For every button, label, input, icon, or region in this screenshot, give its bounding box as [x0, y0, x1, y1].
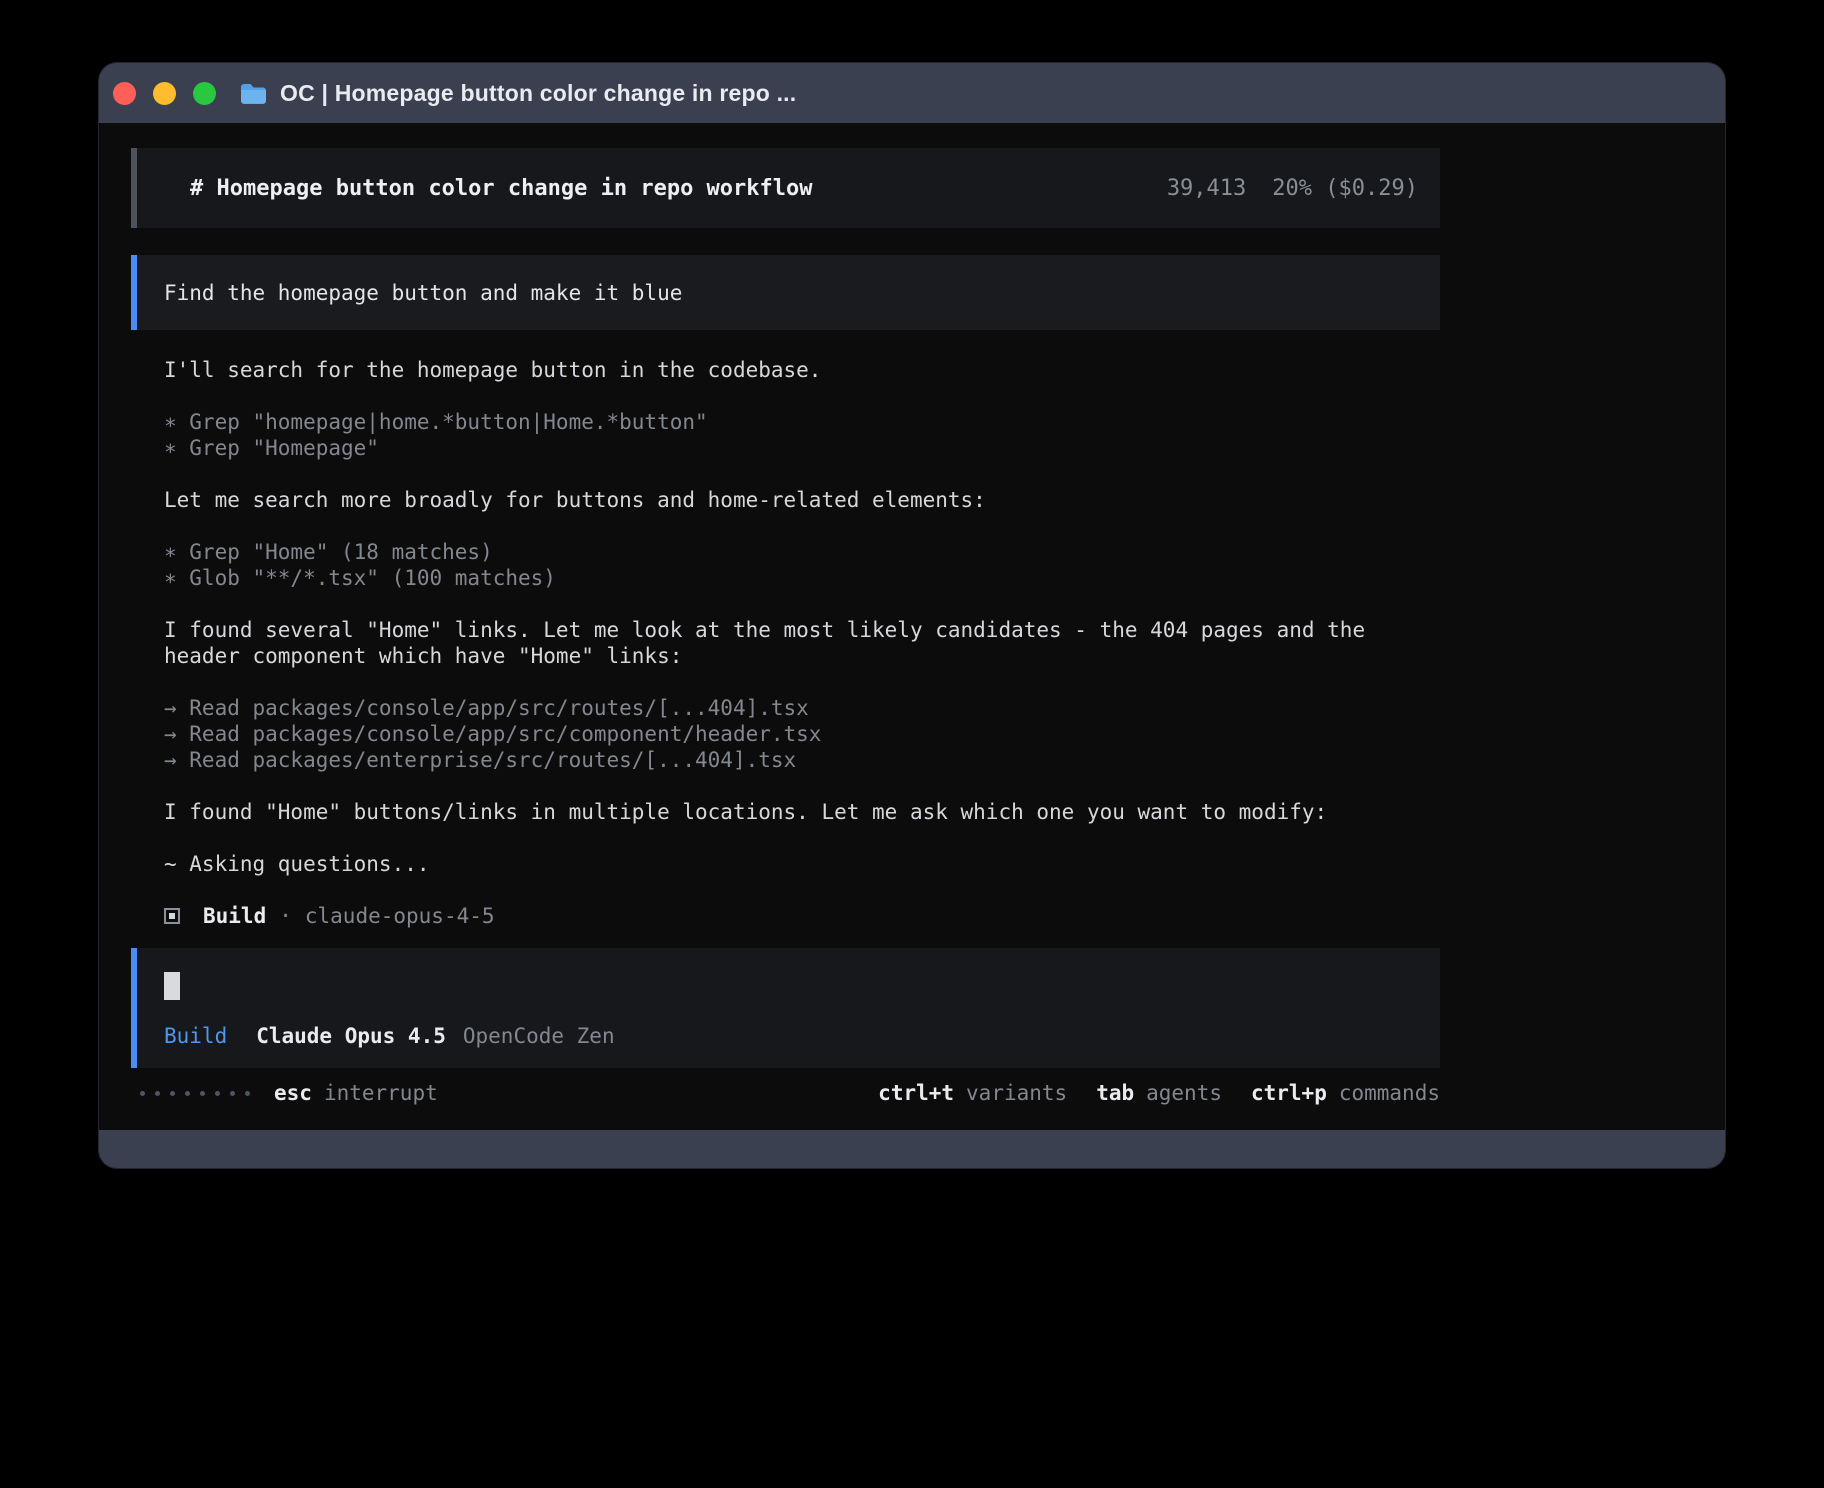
tool-call-grep: ∗ Grep "Home" (18 matches)	[164, 539, 1410, 565]
session-stats: 39,413 20% ($0.29)	[1167, 176, 1418, 201]
terminal-content: # Homepage button color change in repo w…	[99, 123, 1725, 1130]
tool-call-read: → Read packages/console/app/src/componen…	[164, 721, 1410, 747]
agent-status-line: Build · claude-opus-4-5	[164, 903, 1410, 929]
folder-icon	[240, 83, 267, 104]
status-text: ~ Asking questions...	[164, 851, 1410, 877]
agent-separator: ·	[279, 903, 292, 929]
tool-call-grep: ∗ Grep "homepage|home.*button|Home.*butt…	[164, 409, 1410, 435]
tool-call-read: → Read packages/enterprise/src/routes/[.…	[164, 747, 1410, 773]
hint-commands: ctrl+p commands	[1251, 1081, 1440, 1105]
conversation: I'll search for the homepage button in t…	[164, 357, 1410, 929]
window-title: OC | Homepage button color change in rep…	[280, 80, 796, 107]
key-esc: esc	[274, 1081, 312, 1105]
agent-icon	[164, 908, 180, 924]
key-ctrl-t: ctrl+t	[878, 1081, 954, 1105]
status-bar: esc interrupt ctrl+t variants tab agents ct…	[131, 1081, 1440, 1105]
text-cursor	[164, 972, 180, 1000]
hint-interrupt: esc interrupt	[274, 1081, 438, 1105]
hint-interrupt-label: interrupt	[324, 1081, 438, 1105]
token-count: 39,413	[1167, 176, 1246, 201]
tool-call-glob: ∗ Glob "**/*.tsx" (100 matches)	[164, 565, 1410, 591]
window-titlebar[interactable]: OC | Homepage button color change in rep…	[99, 63, 1725, 123]
status-bar-right: ctrl+t variants tab agents ctrl+p commands	[878, 1081, 1440, 1105]
agent-name: Build	[203, 903, 266, 929]
session-header: # Homepage button color change in repo w…	[131, 148, 1440, 228]
hint-agents: tab agents	[1096, 1081, 1222, 1105]
tool-call-grep: ∗ Grep "Homepage"	[164, 435, 1410, 461]
assistant-text: I found "Home" buttons/links in multiple…	[164, 799, 1410, 825]
tool-call-read: → Read packages/console/app/src/routes/[…	[164, 695, 1410, 721]
hint-agents-label: agents	[1146, 1081, 1222, 1105]
session-title: # Homepage button color change in repo w…	[190, 176, 813, 201]
assistant-text: Let me search more broadly for buttons a…	[164, 487, 1410, 513]
input-meta: Build Claude Opus 4.5 OpenCode Zen	[164, 1024, 1440, 1048]
provider-label: OpenCode Zen	[463, 1024, 615, 1048]
key-ctrl-p: ctrl+p	[1251, 1081, 1327, 1105]
model-label: Claude Opus 4.5	[256, 1024, 446, 1048]
context-usage: 20% ($0.29)	[1272, 176, 1418, 201]
hint-commands-label: commands	[1339, 1081, 1440, 1105]
agent-model: claude-opus-4-5	[305, 903, 495, 929]
prompt-input[interactable]: Build Claude Opus 4.5 OpenCode Zen	[131, 948, 1440, 1068]
status-bar-left: esc interrupt	[131, 1081, 438, 1105]
input-line	[164, 972, 1440, 1004]
activity-dots	[140, 1091, 250, 1096]
title-group: OC | Homepage button color change in rep…	[240, 80, 796, 107]
close-button[interactable]	[113, 82, 136, 105]
key-tab: tab	[1096, 1081, 1134, 1105]
minimize-button[interactable]	[153, 82, 176, 105]
terminal-window: OC | Homepage button color change in rep…	[99, 63, 1725, 1168]
traffic-lights	[113, 82, 216, 105]
hint-variants: ctrl+t variants	[878, 1081, 1067, 1105]
user-message-text: Find the homepage button and make it blu…	[164, 281, 682, 305]
hint-variants-label: variants	[966, 1081, 1067, 1105]
agent-mode-label: Build	[164, 1024, 227, 1048]
assistant-text: I found several "Home" links. Let me loo…	[164, 617, 1410, 669]
user-message: Find the homepage button and make it blu…	[131, 255, 1440, 330]
zoom-button[interactable]	[193, 82, 216, 105]
assistant-text: I'll search for the homepage button in t…	[164, 357, 1410, 383]
